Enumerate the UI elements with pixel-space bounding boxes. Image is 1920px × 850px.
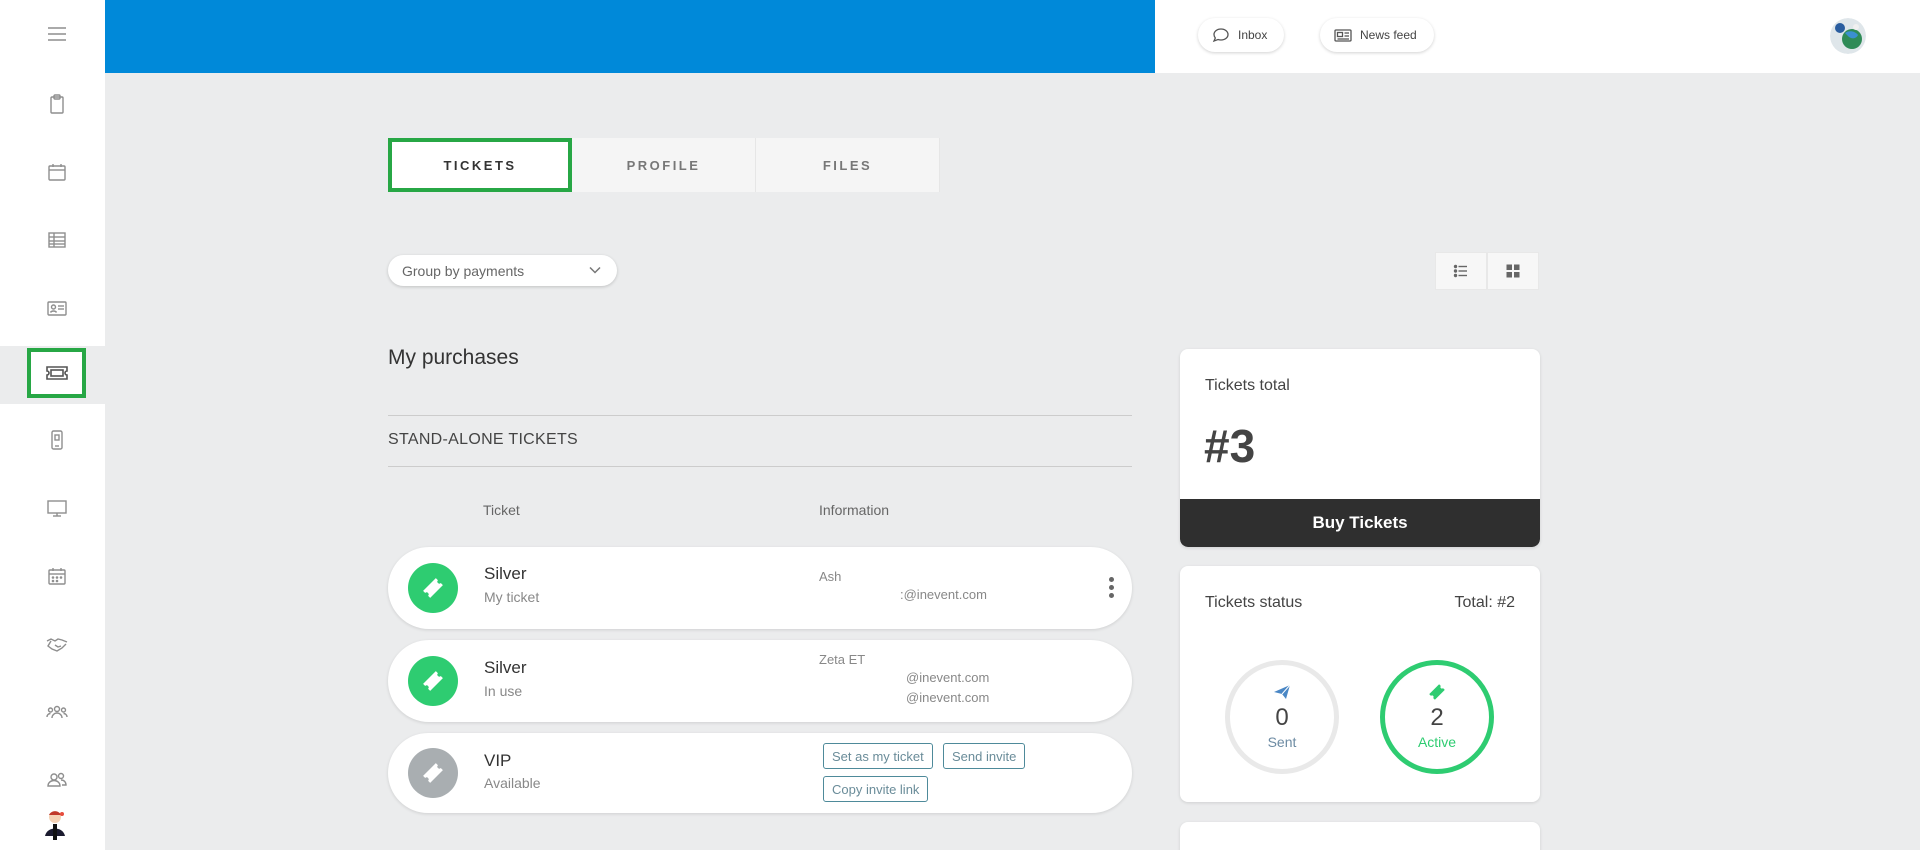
profile-tabs: TICKETS PROFILE FILES bbox=[388, 138, 940, 192]
schedule-icon[interactable] bbox=[37, 558, 77, 594]
ticket-holder-name: Ash bbox=[819, 569, 842, 584]
header-banner bbox=[105, 0, 1155, 73]
ticket-holder-email: :@inevent.com bbox=[900, 587, 987, 602]
id-card-icon[interactable] bbox=[37, 290, 77, 326]
ticket-name: Silver bbox=[484, 564, 527, 583]
topbar: Inbox News feed bbox=[1155, 0, 1920, 73]
news-feed-button[interactable]: News feed bbox=[1320, 18, 1434, 52]
ticket-status-icon bbox=[408, 563, 458, 613]
inbox-button[interactable]: Inbox bbox=[1198, 18, 1284, 52]
send-invite-button[interactable]: Send invite bbox=[943, 743, 1026, 769]
divider-bottom bbox=[388, 466, 1132, 467]
ticket-name: VIP bbox=[484, 751, 512, 770]
divider-top bbox=[388, 415, 1132, 416]
sidebar bbox=[0, 0, 105, 850]
ticket-status: Available bbox=[484, 775, 541, 791]
user-avatar[interactable] bbox=[1830, 18, 1866, 54]
ticket-status-icon bbox=[408, 656, 458, 706]
section-label: STAND-ALONE TICKETS bbox=[388, 431, 579, 448]
more-options-icon[interactable] bbox=[1106, 577, 1116, 601]
sent-label: Sent bbox=[1267, 734, 1297, 750]
active-count: 2 bbox=[1430, 704, 1444, 731]
group-by-select[interactable]: Group by payments bbox=[388, 255, 617, 286]
next-card bbox=[1180, 822, 1540, 850]
sent-count: 0 bbox=[1275, 704, 1289, 731]
group-icon[interactable] bbox=[37, 694, 77, 730]
table-icon[interactable] bbox=[37, 222, 77, 258]
ticket-holder-name: Zeta ET bbox=[819, 652, 866, 667]
grid-view-button[interactable] bbox=[1487, 252, 1539, 290]
chat-bubble-icon bbox=[1212, 28, 1229, 43]
list-icon bbox=[1453, 264, 1467, 278]
ticket-row[interactable]: VIP Available Set as my ticket Send invi… bbox=[388, 733, 1132, 813]
tickets-status-total: Total: #2 bbox=[1454, 594, 1515, 611]
ticket-status-icon bbox=[408, 748, 458, 798]
ticket-name: Silver bbox=[484, 658, 527, 677]
active-ring: 2 Active bbox=[1380, 660, 1494, 774]
newspaper-icon bbox=[1334, 29, 1352, 42]
clipboard-icon[interactable] bbox=[37, 86, 77, 122]
handshake-icon[interactable] bbox=[37, 626, 77, 662]
ticket-holder-email: @inevent.com bbox=[906, 670, 990, 685]
active-label: Active bbox=[1417, 734, 1457, 750]
column-header-ticket: Ticket bbox=[483, 502, 520, 518]
chevron-down-icon bbox=[589, 263, 601, 275]
buy-tickets-button[interactable]: Buy Tickets bbox=[1180, 499, 1540, 547]
sent-ring: 0 Sent bbox=[1225, 660, 1339, 774]
tickets-total-card: Tickets total #3 Buy Tickets bbox=[1180, 349, 1540, 547]
tickets-total-title: Tickets total bbox=[1205, 377, 1290, 394]
news-feed-label: News feed bbox=[1360, 28, 1417, 42]
copy-invite-link-button[interactable]: Copy invite link bbox=[823, 776, 929, 802]
list-view-button[interactable] bbox=[1435, 252, 1487, 290]
ticket-icon bbox=[1429, 684, 1445, 700]
page-title: My purchases bbox=[388, 346, 519, 369]
inbox-label: Inbox bbox=[1238, 28, 1268, 42]
ticket-icon bbox=[45, 366, 68, 380]
sidebar-item-tickets[interactable] bbox=[27, 348, 86, 398]
mobile-icon[interactable] bbox=[37, 422, 77, 458]
ticket-row[interactable]: Silver In use Zeta ET @inevent.com @inev… bbox=[388, 640, 1132, 722]
menu-icon[interactable] bbox=[37, 16, 77, 52]
group-by-value: Group by payments bbox=[402, 262, 525, 279]
ticket-row[interactable]: Silver My ticket Ash :@inevent.com bbox=[388, 547, 1132, 629]
set-as-my-ticket-button[interactable]: Set as my ticket bbox=[823, 743, 933, 769]
calendar-icon[interactable] bbox=[37, 154, 77, 190]
paper-plane-icon bbox=[1274, 684, 1291, 699]
tickets-status-title: Tickets status bbox=[1205, 594, 1303, 611]
tab-tickets[interactable]: TICKETS bbox=[388, 138, 572, 192]
column-header-information: Information bbox=[819, 502, 890, 518]
view-toggle bbox=[1435, 252, 1539, 290]
monitor-icon[interactable] bbox=[37, 490, 77, 526]
ticket-owner-email: @inevent.com bbox=[906, 690, 990, 705]
tickets-status-card: Tickets status Total: #2 0 Sent 2 Active bbox=[1180, 566, 1540, 802]
users-icon[interactable] bbox=[37, 762, 77, 798]
ticket-status: In use bbox=[484, 683, 523, 699]
ticket-status: My ticket bbox=[484, 589, 540, 605]
tab-profile[interactable]: PROFILE bbox=[572, 138, 756, 192]
tickets-total-value: #3 bbox=[1204, 420, 1256, 472]
brand-avatar-icon[interactable] bbox=[40, 808, 70, 842]
grid-icon bbox=[1506, 264, 1520, 278]
tab-files[interactable]: FILES bbox=[756, 138, 940, 192]
